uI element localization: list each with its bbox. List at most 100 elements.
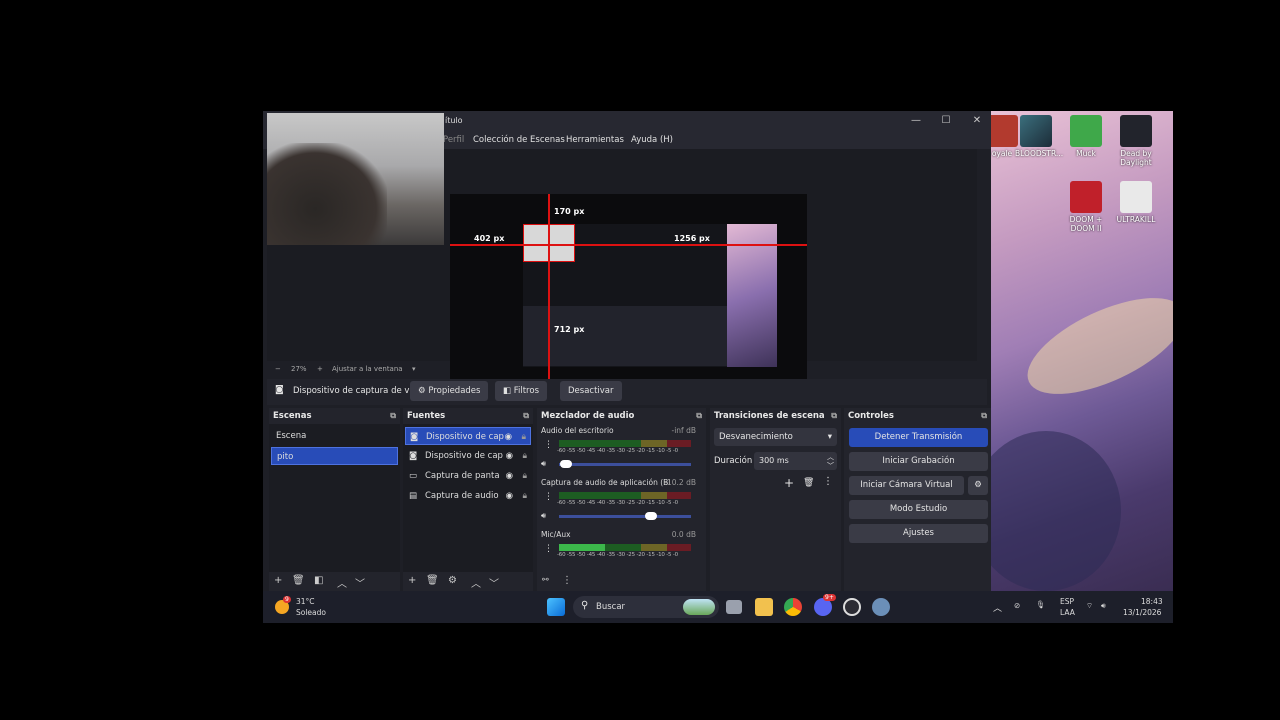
dock-footer: + 🗑 ◧ ︿ ﹀ xyxy=(269,572,400,592)
virtual-camera-settings-button[interactable]: ⚙ xyxy=(968,476,988,495)
undock-icon[interactable]: ⧉ xyxy=(696,411,702,421)
chrome-icon[interactable] xyxy=(784,598,802,616)
close-button[interactable]: ✕ xyxy=(969,114,985,128)
chevron-down-icon[interactable]: ▾ xyxy=(412,365,416,373)
menu-profile[interactable]: Perfil xyxy=(443,135,464,145)
undock-icon[interactable]: ⧉ xyxy=(981,411,987,421)
start-recording-button[interactable]: Iniciar Grabación xyxy=(849,452,988,471)
undock-icon[interactable]: ⧉ xyxy=(831,411,837,421)
eye-icon[interactable]: ◉ xyxy=(506,447,513,465)
eye-icon[interactable]: ◉ xyxy=(506,487,513,505)
chevron-up-icon[interactable]: ︿ xyxy=(993,601,1002,614)
transition-select[interactable]: Desvanecimiento ▾ xyxy=(714,428,837,446)
microphone-icon[interactable]: 🎙︎ xyxy=(1036,600,1046,609)
weather-temp[interactable]: 31°C xyxy=(296,597,315,606)
language-indicator[interactable]: ESP xyxy=(1060,597,1074,606)
kebab-menu-icon[interactable]: ⋮ xyxy=(544,544,553,554)
desktop-icon-dead-by-daylight[interactable]: Dead by Daylight xyxy=(1115,115,1157,167)
menu-scene-collection[interactable]: Colección de Escenas xyxy=(473,135,565,145)
chevron-down-icon[interactable]: ﹀ xyxy=(827,457,834,475)
menu-tools[interactable]: Herramientas xyxy=(566,135,624,145)
kebab-menu-icon[interactable]: ⋮ xyxy=(544,440,553,450)
source-item[interactable]: ▤ Captura de audio ◉ 🔒︎ xyxy=(405,487,531,505)
eye-icon[interactable]: ◉ xyxy=(505,428,512,444)
kebab-menu-icon[interactable]: ⋮ xyxy=(823,476,833,487)
maximize-button[interactable]: ☐ xyxy=(938,114,954,128)
region-indicator[interactable]: LAA xyxy=(1060,608,1075,617)
taskbar-search[interactable]: ⚲ Buscar xyxy=(573,596,719,618)
channel-name: Mic/Aux xyxy=(541,530,571,539)
desktop-icon-muck[interactable]: Muck xyxy=(1065,115,1107,158)
chevron-down-icon[interactable]: ﹀ xyxy=(489,575,499,590)
clock-date[interactable]: 13/1/2026 xyxy=(1123,608,1161,617)
source-item[interactable]: ◙ Dispositivo de cap ◉ 🔒︎ xyxy=(405,427,531,445)
add-icon[interactable]: + xyxy=(784,476,794,490)
chevron-up-icon[interactable]: ︿ xyxy=(337,575,347,590)
undock-icon[interactable]: ⧉ xyxy=(523,411,529,421)
deactivate-label: Desactivar xyxy=(568,386,614,396)
add-icon[interactable]: + xyxy=(408,575,416,586)
minimize-button[interactable]: — xyxy=(908,114,924,128)
scene-item-selected[interactable]: pito xyxy=(271,447,398,465)
chevron-down-icon[interactable]: ﹀ xyxy=(355,575,365,590)
clock-time[interactable]: 18:43 xyxy=(1141,597,1163,606)
chevron-up-icon[interactable]: ︿ xyxy=(471,575,481,590)
trash-icon[interactable]: 🗑 xyxy=(292,575,305,586)
kebab-menu-icon[interactable]: ⋮ xyxy=(562,575,572,586)
zoom-in-button[interactable]: + xyxy=(317,365,323,373)
desktop-icon-bloodstrike[interactable]: BLOODSTR... xyxy=(1015,115,1063,158)
trash-icon[interactable]: 🗑 xyxy=(426,575,439,586)
lock-icon[interactable]: 🔒︎ xyxy=(522,467,527,485)
volume-slider[interactable] xyxy=(559,460,691,468)
trash-icon[interactable]: 🗑 xyxy=(803,478,814,488)
lock-icon[interactable]: 🔒︎ xyxy=(522,487,527,505)
wifi-icon[interactable]: ⌔ xyxy=(1086,601,1093,611)
gear-icon[interactable]: ⚙ xyxy=(448,575,457,586)
weather-widget[interactable]: 9 xyxy=(275,596,297,618)
stop-stream-button[interactable]: Detener Transmisión xyxy=(849,428,988,447)
slider-knob[interactable] xyxy=(645,512,658,520)
lock-icon[interactable]: 🔒︎ xyxy=(521,428,526,444)
menu-help[interactable]: Ayuda (H) xyxy=(631,135,673,145)
fit-window-label[interactable]: Ajustar a la ventana xyxy=(332,365,403,373)
undock-icon[interactable]: ⧉ xyxy=(390,411,396,421)
kebab-menu-icon[interactable]: ⋮ xyxy=(544,492,553,502)
start-virtual-camera-button[interactable]: Iniciar Cámara Virtual xyxy=(849,476,964,495)
task-view-icon[interactable] xyxy=(726,600,742,614)
discord-icon[interactable]: 9+ xyxy=(814,594,836,616)
speaker-icon[interactable]: 🔊︎ xyxy=(541,459,546,469)
speaker-icon[interactable]: 🔊︎ xyxy=(541,511,546,521)
settings-app-icon[interactable] xyxy=(872,598,890,616)
windows-start-icon[interactable] xyxy=(547,598,565,616)
properties-button[interactable]: ⚙ Propiedades xyxy=(410,381,489,401)
lock-icon[interactable]: 🔒︎ xyxy=(522,447,527,465)
alignment-guide-horizontal xyxy=(450,244,807,246)
dock-header: Mezclador de audio ⧉ xyxy=(537,408,706,424)
link-icon[interactable]: ⚯ xyxy=(542,575,549,584)
desktop-icon-ultrakill[interactable]: ULTRAKILL xyxy=(1115,181,1157,224)
settings-button[interactable]: Ajustes xyxy=(849,524,988,543)
slider-knob[interactable] xyxy=(559,460,572,468)
source-item[interactable]: ▭ Captura de panta ◉ 🔒︎ xyxy=(405,467,531,485)
gear-icon: ⚙ xyxy=(418,386,426,396)
scene-transitions-dock: Transiciones de escena ⧉ Desvanecimiento… xyxy=(710,408,841,592)
deactivate-button[interactable]: Desactivar xyxy=(560,381,622,401)
duration-input[interactable]: 300 ms ︿ ﹀ xyxy=(754,452,837,470)
weather-desc[interactable]: Soleado xyxy=(296,608,326,617)
zoom-out-button[interactable]: − xyxy=(275,365,281,373)
desktop-icon-doom[interactable]: DOOM + DOOM II xyxy=(1065,181,1107,233)
add-icon[interactable]: + xyxy=(274,575,282,586)
filter-icon[interactable]: ◧ xyxy=(314,575,323,586)
network-off-icon[interactable]: ⊘ xyxy=(1014,601,1020,610)
file-explorer-icon[interactable] xyxy=(755,598,773,616)
volume-slider[interactable] xyxy=(559,512,691,520)
eye-icon[interactable]: ◉ xyxy=(506,467,513,485)
search-icon: ⚲ xyxy=(581,600,589,611)
scene-item[interactable]: Escena xyxy=(271,427,398,445)
volume-icon[interactable]: 🔊︎ xyxy=(1101,601,1106,611)
studio-mode-button[interactable]: Modo Estudio xyxy=(849,500,988,519)
obs-icon[interactable] xyxy=(843,598,861,616)
filters-button[interactable]: ◧ Filtros xyxy=(495,381,547,401)
audio-mixer-dock: Mezclador de audio ⧉ Audio del escritori… xyxy=(537,408,706,592)
source-item[interactable]: ◙ Dispositivo de cap ◉ 🔒︎ xyxy=(405,447,531,465)
